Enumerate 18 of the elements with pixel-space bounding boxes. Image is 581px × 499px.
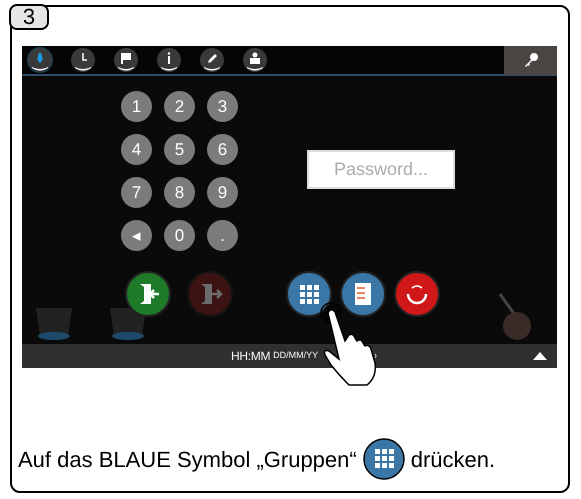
- keypad-key[interactable]: 3: [207, 91, 238, 122]
- time-text: HH:MM: [231, 348, 270, 365]
- step-number: 3: [9, 4, 49, 30]
- keypad-key[interactable]: 5: [164, 134, 195, 165]
- instruction-text: drücken.: [410, 446, 496, 474]
- date-text: DD/MM/YY: [273, 349, 318, 362]
- keypad-key[interactable]: 0: [164, 220, 195, 251]
- keypad-key[interactable]: .: [207, 220, 238, 251]
- keypad-key[interactable]: 4: [121, 134, 152, 165]
- keypad-key[interactable]: 8: [164, 177, 195, 208]
- keypad-key[interactable]: ◂: [121, 220, 152, 251]
- keypad-key[interactable]: 7: [121, 177, 152, 208]
- keypad-key[interactable]: 6: [207, 134, 238, 165]
- keypad-key[interactable]: 1: [121, 91, 152, 122]
- password-field[interactable]: Password...: [307, 150, 455, 189]
- keypad-key[interactable]: 2: [164, 91, 195, 122]
- instruction-text: Auf das BLAUE Symbol „Gruppen“: [18, 446, 357, 474]
- keypad-key[interactable]: 9: [207, 177, 238, 208]
